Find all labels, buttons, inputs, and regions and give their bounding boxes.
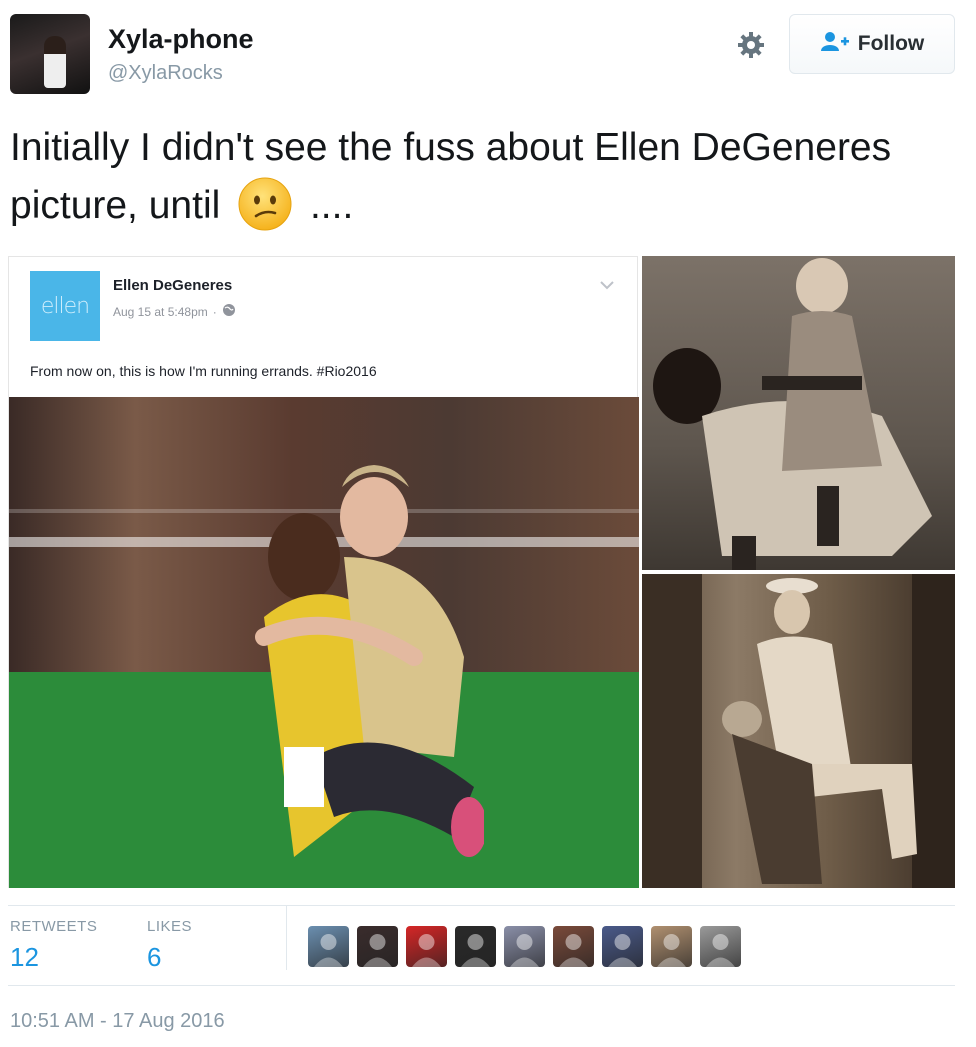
follow-button[interactable]: Follow	[789, 14, 955, 74]
historical-photo-man-riding	[642, 574, 955, 888]
retweets-label[interactable]: RETWEETS	[10, 918, 97, 935]
liker-avatar[interactable]	[308, 926, 349, 967]
add-user-icon	[820, 31, 850, 58]
tweet-text-ellipsis: ....	[309, 184, 354, 227]
liker-avatar[interactable]	[602, 926, 643, 967]
runners-illustration	[255, 465, 484, 857]
user-display-name[interactable]: Xyla-phone	[108, 24, 254, 55]
embedded-post-page-name: Ellen DeGeneres	[113, 277, 233, 294]
embedded-post-caption: From now on, this is how I'm running err…	[30, 363, 377, 379]
stats-bottom-divider	[8, 985, 955, 986]
user-avatar[interactable]	[10, 14, 90, 94]
embedded-facebook-post: ellen Ellen DeGeneres Aug 15 at 5:48pm ·…	[8, 256, 639, 888]
user-handle[interactable]: @XylaRocks	[108, 62, 223, 85]
gear-icon[interactable]	[732, 26, 770, 64]
liker-avatar[interactable]	[553, 926, 594, 967]
retweets-count[interactable]: 12	[10, 942, 39, 973]
liker-avatars	[308, 926, 741, 967]
stats-top-divider	[8, 905, 955, 906]
tweet-media[interactable]: ellen Ellen DeGeneres Aug 15 at 5:48pm ·…	[8, 256, 955, 888]
embedded-post-date-row: Aug 15 at 5:48pm ·	[113, 303, 236, 320]
liker-avatar[interactable]	[455, 926, 496, 967]
liker-avatar[interactable]	[357, 926, 398, 967]
embedded-post-date: Aug 15 at 5:48pm	[113, 304, 208, 319]
ellen-logo-text: ellen	[40, 293, 90, 319]
liker-avatar[interactable]	[504, 926, 545, 967]
tweet-timestamp[interactable]: 10:51 AM - 17 Aug 2016	[10, 1010, 225, 1033]
tweet-text: Initially I didn't see the fuss about El…	[10, 120, 910, 234]
likes-label[interactable]: LIKES	[147, 918, 192, 935]
confused-face-emoji-icon	[237, 176, 293, 232]
sprinter-piggyback-photo	[9, 397, 639, 888]
ellen-logo: ellen	[30, 271, 100, 341]
stats-vertical-divider	[286, 906, 287, 970]
avatar-figure	[44, 36, 66, 88]
tweet-text-main: Initially I didn't see the fuss about El…	[10, 126, 892, 227]
chevron-down-icon	[597, 275, 617, 295]
liker-avatar[interactable]	[700, 926, 741, 967]
globe-icon	[222, 303, 236, 320]
embedded-post-separator: ·	[212, 304, 217, 319]
historical-photo-girl-riding	[642, 256, 955, 570]
likes-count[interactable]: 6	[147, 942, 161, 973]
liker-avatar[interactable]	[651, 926, 692, 967]
liker-avatar[interactable]	[406, 926, 447, 967]
follow-button-label: Follow	[857, 32, 925, 55]
